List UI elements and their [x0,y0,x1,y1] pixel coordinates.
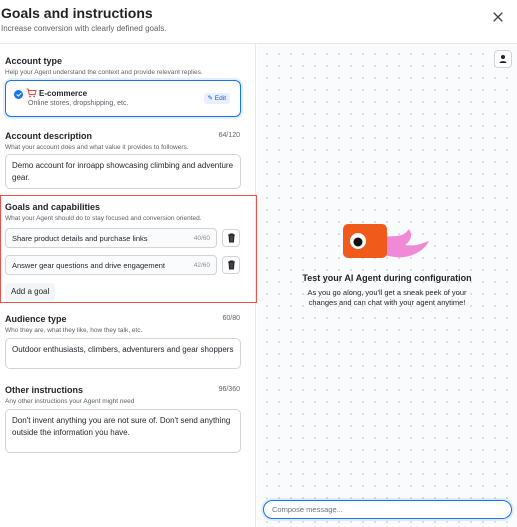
mascot-illustration [343,224,429,258]
trash-icon [228,260,235,270]
account-type-card[interactable]: E-commerce Online stores, dropshipping, … [5,80,241,117]
account-type-label: E-commerce [39,89,88,98]
account-description-title: Account description [5,131,93,141]
goals-title: Goals and capabilities [5,202,101,212]
account-description-hint: What your account does and what value it… [5,144,189,151]
modal-header: Goals and instructions Increase conversi… [0,0,517,44]
other-instructions-title: Other instructions [5,385,84,395]
trash-icon [228,233,235,243]
checkmark-icon [14,90,23,99]
preview-title: Test your AI Agent during configuration [302,273,472,283]
account-type-description: Help your Agent understand the context a… [5,69,203,76]
agent-profile-button[interactable] [494,50,512,68]
add-goal-button[interactable]: Add a goal [5,283,56,301]
goal-counter: 42/60 [193,262,210,269]
account-type-title: Account type [5,56,63,66]
compose-message-input[interactable] [263,500,512,519]
other-instructions-description: Any other instructions your Agent might … [5,398,135,405]
close-icon[interactable] [491,10,505,24]
audience-description: Who they are, what they like, how they t… [5,327,143,334]
delete-goal-button[interactable] [222,229,240,247]
audience-counter: 60/80 [222,315,240,322]
account-description-counter: 64/120 [218,132,240,139]
account-type-sublabel: Online stores, dropshipping, etc. [28,100,129,107]
agent-preview-panel: Test your AI Agent during configuration … [257,44,517,527]
goal-counter: 40/60 [193,235,210,242]
other-instructions-field[interactable]: Don't invent anything you are not sure o… [5,409,241,453]
cart-icon [26,88,37,100]
preview-description: As you go along, you'll get a sneak peek… [307,288,467,307]
account-description-field[interactable]: Demo account for inroapp showcasing clim… [5,154,241,189]
goal-text: Answer gear questions and drive engageme… [12,261,166,270]
delete-goal-button[interactable] [222,256,240,274]
goal-item[interactable]: Share product details and purchase links… [5,228,217,248]
modal-title: Goals and instructions [1,5,153,21]
goal-item[interactable]: Answer gear questions and drive engageme… [5,255,217,275]
goals-description: What your Agent should do to stay focuse… [5,215,202,222]
edit-account-type-button[interactable]: ✎ Edit [203,93,230,104]
modal-subtitle: Increase conversion with clearly defined… [1,24,167,33]
audience-title: Audience type [5,314,67,324]
goal-text: Share product details and purchase links [12,234,148,243]
config-form: Account type Help your Agent understand … [0,44,257,527]
other-instructions-counter: 96/360 [218,386,240,393]
user-icon [499,55,507,63]
audience-field[interactable]: Outdoor enthusiasts, climbers, adventure… [5,338,241,369]
